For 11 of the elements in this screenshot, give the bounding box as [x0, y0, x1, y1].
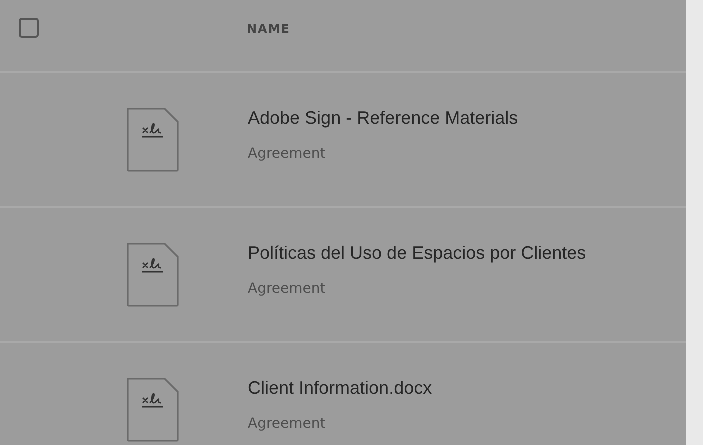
- signature-document-icon: [125, 106, 181, 174]
- document-type: Agreement: [248, 416, 327, 432]
- document-name[interactable]: Políticas del Uso de Espacios por Clientes: [248, 242, 586, 264]
- signature-document-icon: [125, 240, 181, 308]
- document-type: Agreement: [248, 280, 327, 296]
- document-type: Agreement: [248, 146, 327, 162]
- document-name[interactable]: Adobe Sign - Reference Materials: [248, 108, 518, 128]
- signature-document-icon: [125, 376, 181, 444]
- column-header[interactable]: NAME: [247, 22, 290, 36]
- document-name[interactable]: Client Information.docx: [248, 378, 432, 398]
- select-all-checkbox[interactable]: [19, 18, 39, 38]
